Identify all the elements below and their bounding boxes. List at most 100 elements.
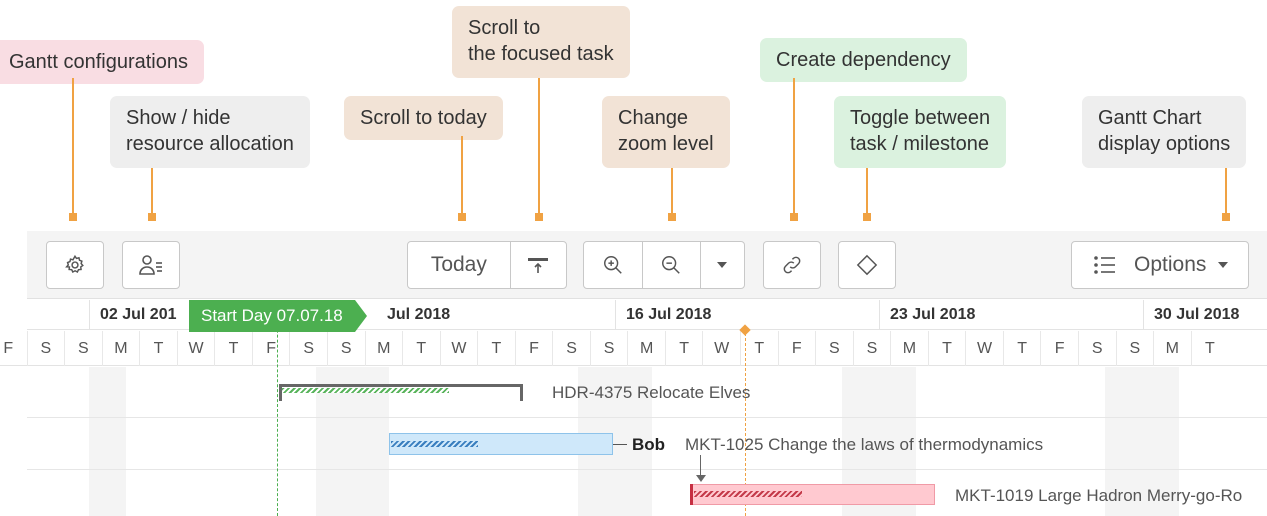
day-label: W	[965, 331, 1003, 366]
leader-dot	[1222, 213, 1230, 221]
day-label: T	[927, 331, 966, 366]
dependency-line	[700, 455, 701, 477]
list-icon	[1094, 256, 1115, 274]
row-divider	[27, 417, 1267, 418]
zoom-button-group	[583, 241, 745, 289]
day-label: M	[1153, 331, 1191, 366]
day-label: S	[852, 331, 891, 366]
task-label: HDR-4375 Relocate Elves	[552, 383, 751, 402]
zoom-out-button[interactable]	[643, 242, 701, 288]
gantt-configurations-button[interactable]	[46, 241, 104, 289]
callout-zoom-level: Change zoom level	[602, 96, 730, 168]
leader-line	[461, 136, 463, 214]
dependency-arrow-icon	[696, 475, 706, 482]
day-label: S	[64, 331, 102, 366]
caret-down-icon	[1218, 262, 1229, 268]
task-progress	[282, 388, 449, 393]
weekend-column	[89, 367, 126, 516]
day-label: T	[1002, 331, 1041, 366]
leader-dot	[668, 213, 676, 221]
day-label: T	[664, 331, 703, 366]
leader-dot	[535, 213, 543, 221]
day-label: S	[589, 331, 628, 366]
caret-down-icon	[717, 262, 728, 268]
task-bar-hdr-4375[interactable]	[279, 384, 523, 402]
leader-dot	[69, 213, 77, 221]
callout-scroll-focused: Scroll to the focused task	[452, 6, 630, 78]
resource-allocation-button[interactable]	[122, 241, 180, 289]
task-bar-right-cap	[520, 384, 523, 401]
today-button[interactable]: Today	[408, 242, 511, 288]
callout-text: Change	[618, 107, 689, 129]
day-label: W	[702, 331, 740, 366]
callout-text: resource allocation	[126, 133, 294, 155]
options-button[interactable]: Options	[1071, 241, 1249, 289]
callout-create-dependency: Create dependency	[760, 38, 967, 82]
day-label: W	[439, 331, 478, 366]
day-label: F	[514, 331, 553, 366]
callout-text: Scroll to	[468, 17, 541, 39]
gear-icon	[65, 254, 84, 273]
leader-line	[866, 168, 868, 214]
assignee-connector	[613, 444, 627, 445]
callout-text: Scroll to today	[360, 107, 487, 129]
day-label: T	[402, 331, 440, 366]
diamond-icon	[856, 254, 878, 276]
scroll-button-group: Today	[407, 241, 567, 289]
day-label: F	[251, 331, 290, 366]
day-label: S	[552, 331, 590, 366]
day-label: T	[477, 331, 515, 366]
callout-text: Create dependency	[776, 49, 951, 71]
zoom-level-dropdown[interactable]	[701, 242, 744, 288]
start-day-label: Start Day 07.07.18	[201, 306, 343, 325]
task-bar-outline	[279, 384, 523, 387]
today-button-label: Today	[430, 253, 487, 276]
callout-text: zoom level	[618, 133, 714, 155]
callout-text: Show / hide	[126, 107, 231, 129]
week-label: Jul 2018	[387, 306, 451, 323]
leader-line	[151, 168, 153, 214]
zoom-in-icon	[604, 256, 622, 274]
day-label: S	[815, 331, 853, 366]
start-day-line	[277, 300, 278, 516]
day-label: F	[0, 331, 27, 366]
create-dependency-button[interactable]	[763, 241, 821, 289]
link-icon	[783, 256, 801, 274]
start-day-marker: Start Day 07.07.18	[189, 300, 367, 332]
day-label: M	[364, 331, 403, 366]
callout-text: Gantt configurations	[9, 51, 188, 73]
task-bar-mkt-1019[interactable]	[690, 484, 935, 505]
day-label: S	[26, 331, 65, 366]
callout-display-options: Gantt Chart display options	[1082, 96, 1247, 168]
callout-text: the focused task	[468, 43, 614, 65]
assignee-label: Bob	[632, 435, 666, 454]
task-label: MKT-1019 Large Hadron Merry-go-Ro	[955, 486, 1243, 505]
day-header: FSSMTWTFSSMTWTFSSMTWTFSSMTWTFSSMT	[0, 331, 1267, 366]
leader-dot	[790, 213, 798, 221]
day-label: T	[1190, 331, 1229, 366]
week-label: 30 Jul 2018	[1143, 300, 1267, 330]
week-label: 02 Jul 201	[89, 300, 185, 330]
gantt-toolbar: Today Options	[27, 231, 1267, 299]
scroll-to-top-icon	[528, 258, 549, 273]
row-divider	[27, 469, 1267, 470]
options-label: Options	[1134, 253, 1207, 276]
day-label: F	[1040, 331, 1078, 366]
scroll-to-focused-task-button[interactable]	[511, 242, 566, 288]
leader-dot	[148, 213, 156, 221]
task-progress	[391, 441, 478, 447]
callout-text: Toggle between	[850, 107, 991, 129]
leader-line	[671, 168, 673, 214]
leader-line	[1225, 168, 1227, 214]
day-label: S	[1077, 331, 1116, 366]
task-label: MKT-1025 Change the laws of thermodynami…	[685, 435, 1044, 454]
zoom-in-button[interactable]	[584, 242, 644, 288]
task-start-cap	[690, 484, 693, 505]
toggle-milestone-button[interactable]	[838, 241, 896, 289]
day-label: T	[139, 331, 177, 366]
user-list-icon	[139, 255, 162, 275]
callout-scroll-today: Scroll to today	[344, 96, 503, 140]
day-label: F	[777, 331, 816, 366]
task-bar-mkt-1025[interactable]	[389, 433, 613, 455]
leader-line	[793, 78, 795, 214]
